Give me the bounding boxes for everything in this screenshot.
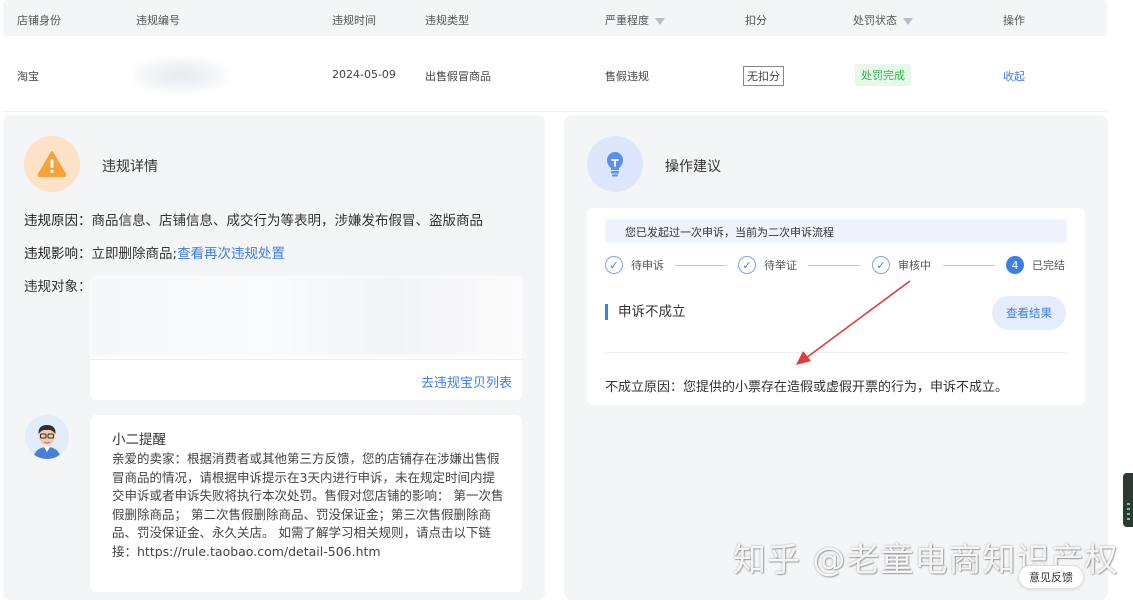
side-handle[interactable]: [1123, 473, 1133, 527]
feedback-button[interactable]: 意见反馈: [1018, 565, 1084, 589]
annotation-arrow: [796, 280, 911, 365]
